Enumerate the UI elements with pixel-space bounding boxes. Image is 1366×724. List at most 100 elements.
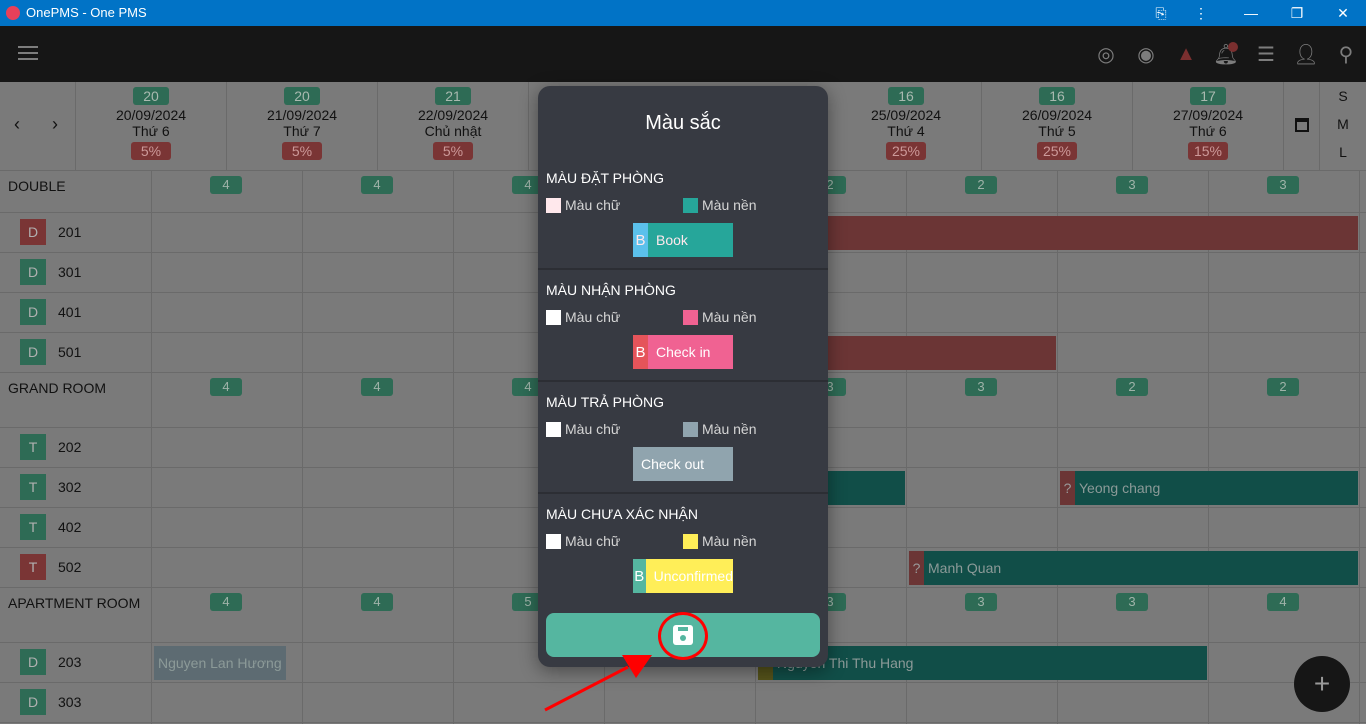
room-type-badge: T xyxy=(20,514,46,540)
date-label: 26/09/2024 xyxy=(1021,107,1093,123)
date-label: 20/09/2024 xyxy=(115,107,187,123)
preview-label: Book xyxy=(656,232,688,248)
room-number: 301 xyxy=(58,264,82,280)
minimize-button[interactable]: — xyxy=(1228,0,1274,26)
color-preview: B Check in xyxy=(633,335,733,369)
booking-status-tag: ? xyxy=(1060,471,1075,505)
weekday-label: Thứ 5 xyxy=(1038,123,1076,139)
divider xyxy=(538,380,828,382)
room-number: 401 xyxy=(58,304,82,320)
availability-count: 3 xyxy=(965,378,997,396)
text-color-swatch[interactable] xyxy=(546,534,561,549)
add-fab[interactable]: + xyxy=(1294,656,1350,712)
bg-color-label: Màu nền xyxy=(702,309,757,325)
date-label: 21/09/2024 xyxy=(266,107,338,123)
date-column[interactable]: 17 27/09/2024 Thứ 6 15% xyxy=(1133,82,1284,170)
dialog-title: Màu sắc xyxy=(645,112,721,134)
color-section: MÀU NHẬN PHÒNG Màu chữ Màu nền B Check in xyxy=(538,282,828,394)
booking-bar[interactable]: ? Manh Quan xyxy=(909,551,1358,585)
size-s[interactable]: S xyxy=(1320,88,1366,104)
color-preview: B Book xyxy=(633,223,733,257)
preview-label: Check out xyxy=(641,456,705,472)
color-section: MÀU CHƯA XÁC NHẬN Màu chữ Màu nền B Uncon… xyxy=(538,506,828,618)
booking-bar[interactable]: Nguyen Lan Hương xyxy=(154,646,286,680)
color-preview: Check out xyxy=(633,447,733,481)
size-l[interactable]: L xyxy=(1320,144,1366,160)
preview-label: Unconfirmed xyxy=(653,568,733,584)
occupancy-badge: 5% xyxy=(433,142,473,160)
text-color-swatch[interactable] xyxy=(546,422,561,437)
preview-badge: B xyxy=(633,223,648,257)
room-group-label: GRAND ROOM xyxy=(8,380,106,396)
next-arrow-icon[interactable]: › xyxy=(52,114,58,135)
availability-count: 4 xyxy=(210,593,242,611)
room-type-badge: D xyxy=(20,649,46,675)
date-column[interactable]: 20 21/09/2024 Thứ 7 5% xyxy=(227,82,378,170)
size-selector: S M L xyxy=(1320,82,1366,170)
app-logo-icon xyxy=(6,6,20,20)
restore-button[interactable]: ❐ xyxy=(1274,0,1320,26)
grid-line xyxy=(0,682,1366,683)
weekday-label: Thứ 6 xyxy=(132,123,170,139)
bg-color-swatch[interactable] xyxy=(683,310,698,325)
warning-icon[interactable]: ▲ xyxy=(1172,40,1200,68)
date-column[interactable]: 21 22/09/2024 Chủ nhật 5% xyxy=(378,82,529,170)
occupancy-badge: 5% xyxy=(131,142,171,160)
text-color-label: Màu chữ xyxy=(565,197,621,213)
availability-count: 3 xyxy=(965,593,997,611)
section-title: MÀU CHƯA XÁC NHẬN xyxy=(546,506,698,522)
bell-icon[interactable]: 🔔︎ xyxy=(1212,40,1240,68)
highlight-circle xyxy=(658,612,708,660)
eye-icon[interactable]: ◉ xyxy=(1132,40,1160,68)
booking-bar[interactable]: ? Yeong chang xyxy=(1060,471,1358,505)
date-column[interactable]: 16 25/09/2024 Thứ 4 25% xyxy=(831,82,982,170)
grid-line xyxy=(302,170,303,724)
text-color-label: Màu chữ xyxy=(565,309,621,325)
text-color-swatch[interactable] xyxy=(546,198,561,213)
available-count: 16 xyxy=(888,87,924,105)
room-type-badge: D xyxy=(20,259,46,285)
room-number: 502 xyxy=(58,559,82,575)
availability-count: 3 xyxy=(1267,176,1299,194)
color-section: MÀU ĐẶT PHÒNG Màu chữ Màu nền B Book xyxy=(538,170,828,282)
occupancy-badge: 15% xyxy=(1188,142,1228,160)
color-preview: B Unconfirmed xyxy=(633,559,733,593)
room-number: 203 xyxy=(58,654,82,670)
more-vert-icon[interactable]: ⋮ xyxy=(1178,0,1224,26)
available-count: 17 xyxy=(1190,87,1226,105)
preview-label: Check in xyxy=(656,344,711,360)
bg-color-swatch[interactable] xyxy=(683,198,698,213)
grid-line xyxy=(453,170,454,724)
room-number: 201 xyxy=(58,224,82,240)
date-column[interactable]: 20 20/09/2024 Thứ 6 5% xyxy=(76,82,227,170)
date-label: 27/09/2024 xyxy=(1172,107,1244,123)
available-count: 16 xyxy=(1039,87,1075,105)
close-button[interactable]: ✕ xyxy=(1320,0,1366,26)
room-number: 202 xyxy=(58,439,82,455)
list-icon[interactable]: ☰ xyxy=(1252,40,1280,68)
divider xyxy=(538,268,828,270)
available-count: 20 xyxy=(284,87,320,105)
availability-count: 3 xyxy=(1116,593,1148,611)
bg-color-swatch[interactable] xyxy=(683,422,698,437)
availability-count: 4 xyxy=(210,378,242,396)
date-column[interactable]: 16 26/09/2024 Thứ 5 25% xyxy=(982,82,1133,170)
color-section: MÀU TRẢ PHÒNG Màu chữ Màu nền Check out xyxy=(538,394,828,506)
guest-name: Manh Quan xyxy=(928,560,1002,576)
calendar-icon[interactable] xyxy=(1284,82,1320,170)
availability-count: 3 xyxy=(1116,176,1148,194)
size-m[interactable]: M xyxy=(1320,116,1366,132)
room-type-badge: D xyxy=(20,339,46,365)
section-title: MÀU ĐẶT PHÒNG xyxy=(546,170,664,186)
radar-icon[interactable]: ◎ xyxy=(1092,40,1120,68)
menu-icon[interactable] xyxy=(18,46,38,60)
bg-color-swatch[interactable] xyxy=(683,534,698,549)
room-number: 501 xyxy=(58,344,82,360)
prev-arrow-icon[interactable]: ‹ xyxy=(14,114,20,135)
room-number: 302 xyxy=(58,479,82,495)
add-user-icon[interactable]: 👤︎ xyxy=(1292,40,1320,68)
available-count: 20 xyxy=(133,87,169,105)
preview-badge: B xyxy=(633,559,646,593)
text-color-swatch[interactable] xyxy=(546,310,561,325)
search-icon[interactable]: ⚲ xyxy=(1332,40,1360,68)
